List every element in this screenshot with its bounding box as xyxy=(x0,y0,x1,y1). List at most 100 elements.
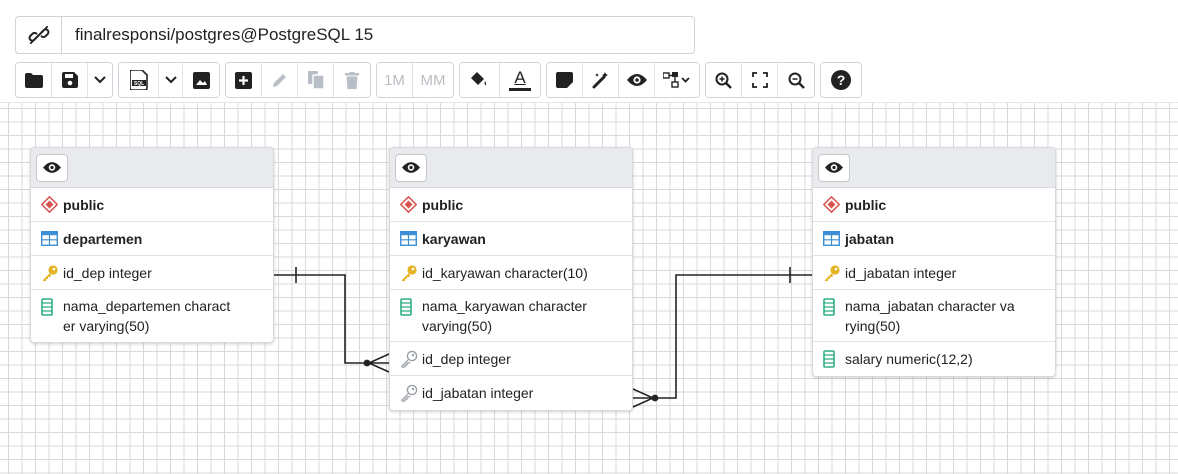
relation-departemen-karyawan[interactable] xyxy=(274,267,390,373)
add-table-button[interactable] xyxy=(226,63,262,97)
erd-canvas[interactable]: public departemen id_dep integer nama_de… xyxy=(0,102,1178,474)
primary-key-icon xyxy=(825,264,840,281)
erd-topbar: finalresponsi/postgres@PostgreSQL 15 SQL xyxy=(0,0,1178,102)
schema-icon xyxy=(400,196,417,213)
view-group xyxy=(546,62,700,98)
cardinality-notation-button[interactable] xyxy=(655,63,699,97)
svg-text:?: ? xyxy=(837,72,846,88)
column-row: id_jabatan integer xyxy=(813,256,1055,290)
plus-square-icon xyxy=(235,71,252,89)
zoom-out-button[interactable] xyxy=(778,63,814,97)
edit-table-button[interactable] xyxy=(262,63,298,97)
table-node-karyawan[interactable]: public karyawan id_karyawan character(10… xyxy=(389,147,633,411)
clone-table-button[interactable] xyxy=(298,63,334,97)
auto-align-button[interactable] xyxy=(583,63,619,97)
column-text: id_dep integer xyxy=(422,350,511,367)
column-row: id_dep integer xyxy=(31,256,273,290)
eye-icon xyxy=(402,162,420,173)
table-name: departemen xyxy=(63,230,143,247)
connection-bar: finalresponsi/postgres@PostgreSQL 15 xyxy=(15,16,695,54)
toggle-details-button[interactable] xyxy=(818,153,850,182)
zoom-in-icon xyxy=(715,72,732,89)
column-text-line: nama_karyawan character xyxy=(422,298,587,314)
eye-icon xyxy=(825,162,843,173)
column-text-line: varying(50) xyxy=(422,318,493,334)
magic-wand-icon xyxy=(592,72,608,89)
column-text-line: er varying(50) xyxy=(63,318,150,334)
schema-icon xyxy=(41,196,58,213)
text-color-button[interactable]: A xyxy=(500,63,540,97)
erd-toolbar: SQL 1M MM A ? xyxy=(15,62,867,98)
zoom-group xyxy=(705,62,815,98)
column-text: id_dep integer xyxy=(63,264,152,281)
copy-icon xyxy=(307,71,324,89)
primary-key-icon xyxy=(43,264,58,281)
toggle-details-button[interactable] xyxy=(619,63,655,97)
column-text: salary numeric(12,2) xyxy=(845,351,973,367)
schema-row: public xyxy=(31,188,273,222)
generate-sql-button[interactable]: SQL xyxy=(119,63,159,97)
schema-row: public xyxy=(390,188,632,222)
paint-bucket-icon xyxy=(469,72,490,89)
zoom-in-button[interactable] xyxy=(706,63,742,97)
table-header xyxy=(813,148,1055,188)
one-to-many-button[interactable]: 1M xyxy=(377,63,413,97)
column-text-line: nama_departemen charact xyxy=(63,298,231,314)
column-row: id_dep integer xyxy=(390,342,632,376)
table-name-row: jabatan xyxy=(813,222,1055,256)
toggle-details-button[interactable] xyxy=(36,153,68,182)
foreign-key-icon xyxy=(401,350,418,368)
zoom-out-icon xyxy=(788,72,805,89)
text-color-glyph: A xyxy=(514,68,526,87)
connection-status-button[interactable] xyxy=(15,16,61,54)
table-header xyxy=(31,148,273,188)
sql-file-icon: SQL xyxy=(129,70,148,90)
note-icon xyxy=(556,72,573,88)
toggle-details-button[interactable] xyxy=(395,153,427,182)
delete-button[interactable] xyxy=(334,63,370,97)
trash-icon xyxy=(345,71,359,89)
table-name-row: karyawan xyxy=(390,222,632,256)
many-to-many-button[interactable]: MM xyxy=(413,63,453,97)
image-icon xyxy=(192,71,210,89)
open-file-button[interactable] xyxy=(16,63,52,97)
relation-group: 1M MM xyxy=(376,62,454,98)
schema-name: public xyxy=(422,196,464,213)
relation-jabatan-karyawan[interactable] xyxy=(632,267,812,408)
chevron-down-icon xyxy=(164,76,177,84)
schema-row: public xyxy=(813,188,1055,222)
file-group xyxy=(15,62,113,98)
foreign-key-icon xyxy=(401,384,418,402)
schema-icon xyxy=(823,196,840,213)
column-row: salary numeric(12,2) xyxy=(813,342,1055,376)
add-note-button[interactable] xyxy=(547,63,583,97)
zoom-to-fit-button[interactable] xyxy=(742,63,778,97)
fill-color-button[interactable] xyxy=(460,63,500,97)
fit-screen-icon xyxy=(751,72,768,88)
many-to-many-label: MM xyxy=(420,71,446,89)
column-icon xyxy=(823,298,835,316)
table-node-departemen[interactable]: public departemen id_dep integer nama_de… xyxy=(30,147,274,343)
table-edit-group xyxy=(225,62,371,98)
download-image-button[interactable] xyxy=(183,63,219,97)
sql-group: SQL xyxy=(118,62,220,98)
column-row: nama_jabatan character va rying(50) xyxy=(813,290,1055,342)
text-color-icon: A xyxy=(509,69,531,91)
table-name: karyawan xyxy=(422,230,486,247)
help-button[interactable]: ? xyxy=(821,63,861,97)
save-button[interactable] xyxy=(52,63,88,97)
save-icon xyxy=(61,72,78,88)
color-group: A xyxy=(459,62,541,98)
column-text: id_jabatan integer xyxy=(845,264,957,281)
pencil-icon xyxy=(273,73,286,87)
folder-icon xyxy=(24,72,43,88)
sql-options-dropdown[interactable] xyxy=(159,63,183,97)
column-text-line: nama_jabatan character va xyxy=(845,298,1015,314)
sitemap-icon xyxy=(663,72,690,88)
table-icon xyxy=(400,231,417,246)
table-icon xyxy=(823,231,840,246)
save-options-dropdown[interactable] xyxy=(88,63,112,97)
table-node-jabatan[interactable]: public jabatan id_jabatan integer nama_j… xyxy=(812,147,1056,377)
disconnected-link-icon xyxy=(28,25,49,45)
schema-name: public xyxy=(845,196,887,213)
